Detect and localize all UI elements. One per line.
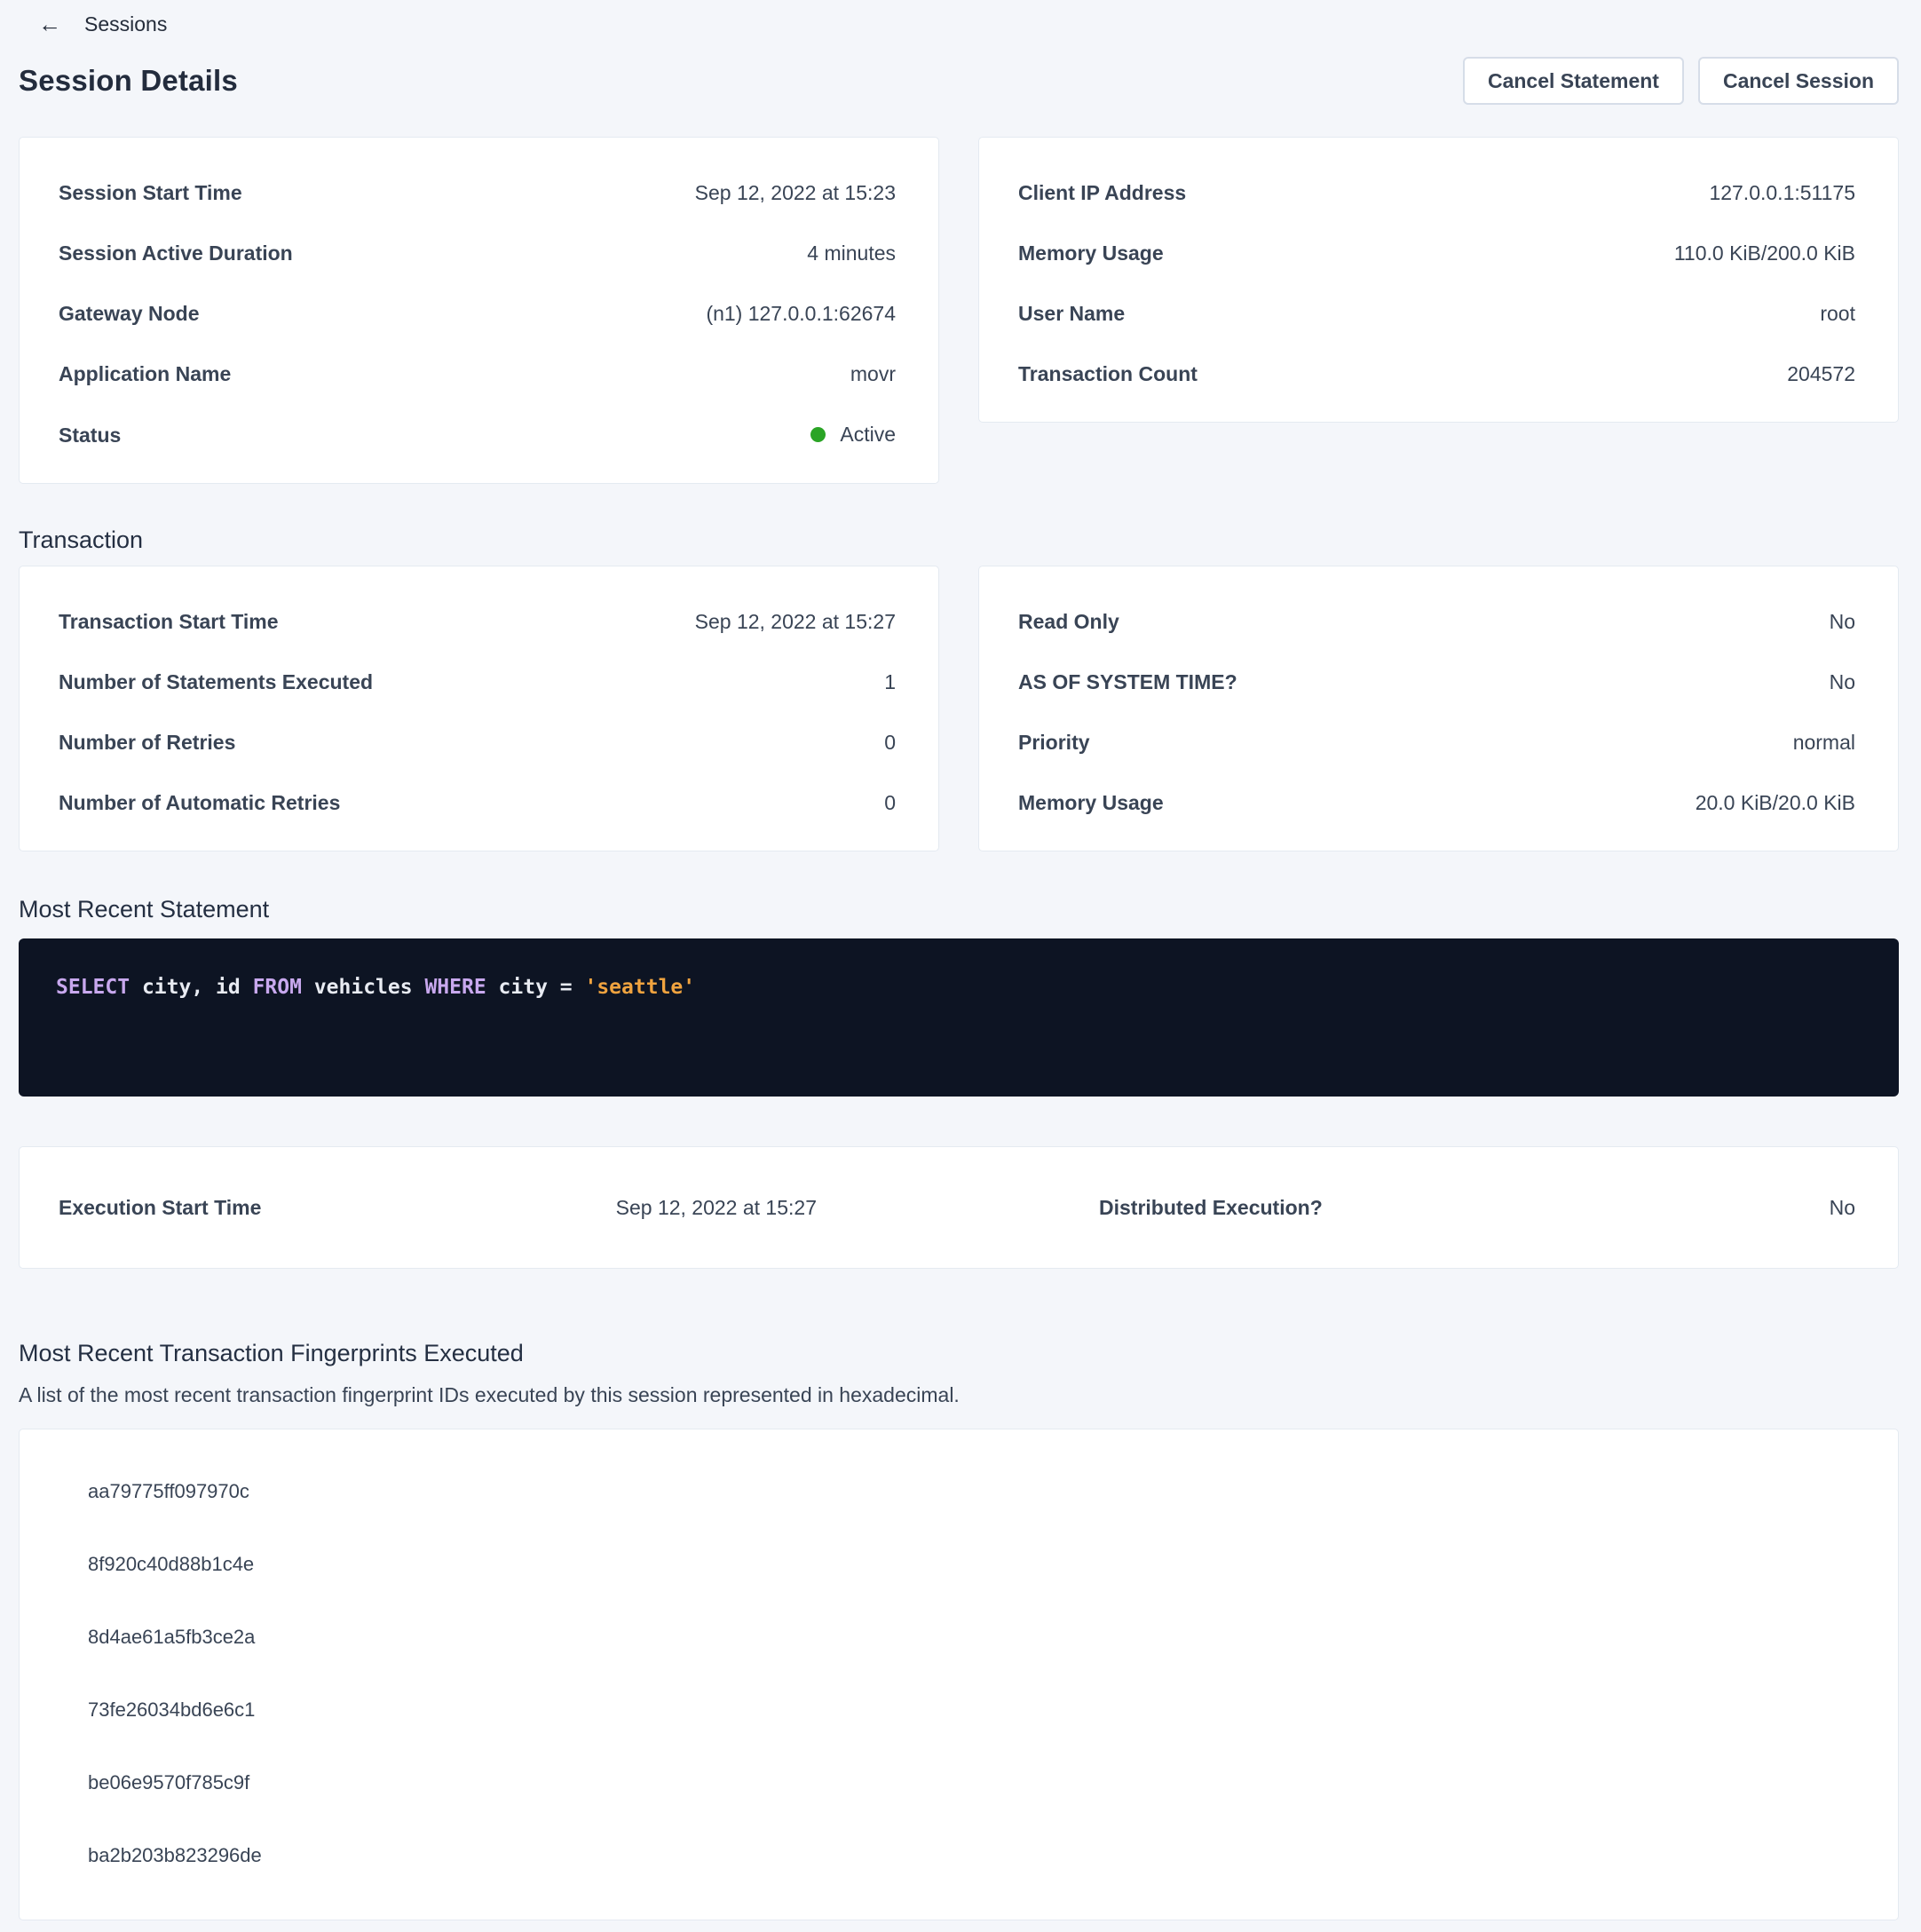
summary-row: Priority normal [1018,730,1855,755]
arrow-left-icon: ← [38,12,61,36]
statement-section-title: Most Recent Statement [19,894,1899,924]
cancel-session-button[interactable]: Cancel Session [1698,57,1899,105]
session-summary-card-right: Client IP Address 127.0.0.1:51175 Memory… [978,137,1899,423]
sql-string: 'seattle' [584,976,695,999]
breadcrumb-back-sessions[interactable]: ← Sessions [38,9,1899,39]
summary-row: Transaction Count 204572 [1018,361,1855,386]
summary-row: Client IP Address 127.0.0.1:51175 [1018,180,1855,205]
execution-summary-card: Execution Start Time Sep 12, 2022 at 15:… [19,1146,1899,1269]
row-label: Status [59,423,121,447]
row-label: Application Name [59,361,231,386]
row-value: 0 [884,790,896,815]
breadcrumb-label: Sessions [84,12,167,36]
row-label: Priority [1018,730,1090,755]
summary-row: Gateway Node (n1) 127.0.0.1:62674 [59,301,896,326]
row-value: 0 [884,730,896,755]
sql-keyword: WHERE [424,976,486,999]
summary-row: Memory Usage 110.0 KiB/200.0 KiB [1018,241,1855,265]
summary-row: Application Name movr [59,361,896,386]
row-label: Session Start Time [59,180,242,205]
session-summary-cards: Session Start Time Sep 12, 2022 at 15:23… [19,137,1899,484]
status-active-dot-icon [810,427,826,442]
fingerprint-item: aa79775ff097970c [88,1479,1855,1504]
summary-row: Number of Statements Executed 1 [59,669,896,694]
sql-code-block: SELECT city, id FROM vehicles WHERE city… [19,938,1899,1097]
session-details-page: ← Sessions Session Details Cancel Statem… [0,0,1921,1920]
summary-row: Session Start Time Sep 12, 2022 at 15:23 [59,180,896,205]
row-value: 110.0 KiB/200.0 KiB [1674,241,1855,265]
summary-row: Number of Automatic Retries 0 [59,790,896,815]
row-value: Sep 12, 2022 at 15:27 [695,609,896,634]
cancel-statement-button[interactable]: Cancel Statement [1463,57,1684,105]
row-value: Sep 12, 2022 at 15:27 [616,1195,817,1220]
row-label: Transaction Count [1018,361,1198,386]
row-value: No [1830,609,1855,634]
execution-start-item: Execution Start Time Sep 12, 2022 at 15:… [59,1195,957,1220]
transaction-card-left: Transaction Start Time Sep 12, 2022 at 1… [19,566,939,851]
row-label: Number of Retries [59,730,235,755]
fingerprint-item: 8d4ae61a5fb3ce2a [88,1625,1855,1650]
row-value: 127.0.0.1:51175 [1709,180,1855,205]
transaction-cards: Transaction Start Time Sep 12, 2022 at 1… [19,566,1899,851]
row-label: Distributed Execution? [1099,1195,1323,1220]
fingerprints-description: A list of the most recent transaction fi… [19,1382,1899,1407]
sql-text: city, id [130,976,252,999]
fingerprints-card: aa79775ff097970c 8f920c40d88b1c4e 8d4ae6… [19,1429,1899,1920]
summary-row: Session Active Duration 4 minutes [59,241,896,265]
summary-row: Transaction Start Time Sep 12, 2022 at 1… [59,609,896,634]
row-value: No [1830,669,1855,694]
row-label: AS OF SYSTEM TIME? [1018,669,1237,694]
sql-text: city = [486,976,585,999]
row-label: Session Active Duration [59,241,293,265]
row-value: 1 [884,669,896,694]
fingerprint-item: 73fe26034bd6e6c1 [88,1698,1855,1722]
row-value: movr [850,361,896,386]
header-actions: Cancel Statement Cancel Session [1463,57,1899,105]
transaction-section-title: Transaction [19,525,1899,555]
summary-row: User Name root [1018,301,1855,326]
row-value: 4 minutes [807,241,896,265]
session-summary-card-left: Session Start Time Sep 12, 2022 at 15:23… [19,137,939,484]
row-value: root [1820,301,1855,326]
transaction-card-right: Read Only No AS OF SYSTEM TIME? No Prior… [978,566,1899,851]
row-label: Execution Start Time [59,1195,261,1220]
gateway-node-link[interactable]: (n1) 127.0.0.1:62674 [706,301,896,326]
row-label: Read Only [1018,609,1119,634]
row-label: User Name [1018,301,1125,326]
page-title: Session Details [19,64,238,98]
row-label: Number of Automatic Retries [59,790,340,815]
sql-keyword: FROM [253,976,302,999]
fingerprint-item: ba2b203b823296de [88,1843,1855,1868]
fingerprints-section-title: Most Recent Transaction Fingerprints Exe… [19,1338,1899,1368]
row-value: No [1830,1195,1855,1220]
row-label: Memory Usage [1018,241,1164,265]
fingerprint-item: 8f920c40d88b1c4e [88,1552,1855,1577]
row-label: Gateway Node [59,301,200,326]
sql-text: vehicles [302,976,424,999]
summary-row-status: Status Active [59,422,896,447]
sql-statement: SELECT city, id FROM vehicles WHERE city… [56,974,1862,1001]
row-value: 20.0 KiB/20.0 KiB [1696,790,1855,815]
row-label: Transaction Start Time [59,609,279,634]
row-label: Number of Statements Executed [59,669,373,694]
sql-keyword: SELECT [56,976,130,999]
summary-row: Read Only No [1018,609,1855,634]
summary-row: Number of Retries 0 [59,730,896,755]
row-value: Sep 12, 2022 at 15:23 [695,180,896,205]
summary-row: Memory Usage 20.0 KiB/20.0 KiB [1018,790,1855,815]
distributed-execution-item: Distributed Execution? No [957,1195,1855,1220]
status-value: Active [840,422,896,447]
page-header: Session Details Cancel Statement Cancel … [19,53,1899,108]
row-value: normal [1793,730,1855,755]
row-value: 204572 [1787,361,1855,386]
status-badge: Active [810,422,896,447]
summary-row: AS OF SYSTEM TIME? No [1018,669,1855,694]
fingerprint-item: be06e9570f785c9f [88,1770,1855,1795]
row-label: Client IP Address [1018,180,1186,205]
row-label: Memory Usage [1018,790,1164,815]
